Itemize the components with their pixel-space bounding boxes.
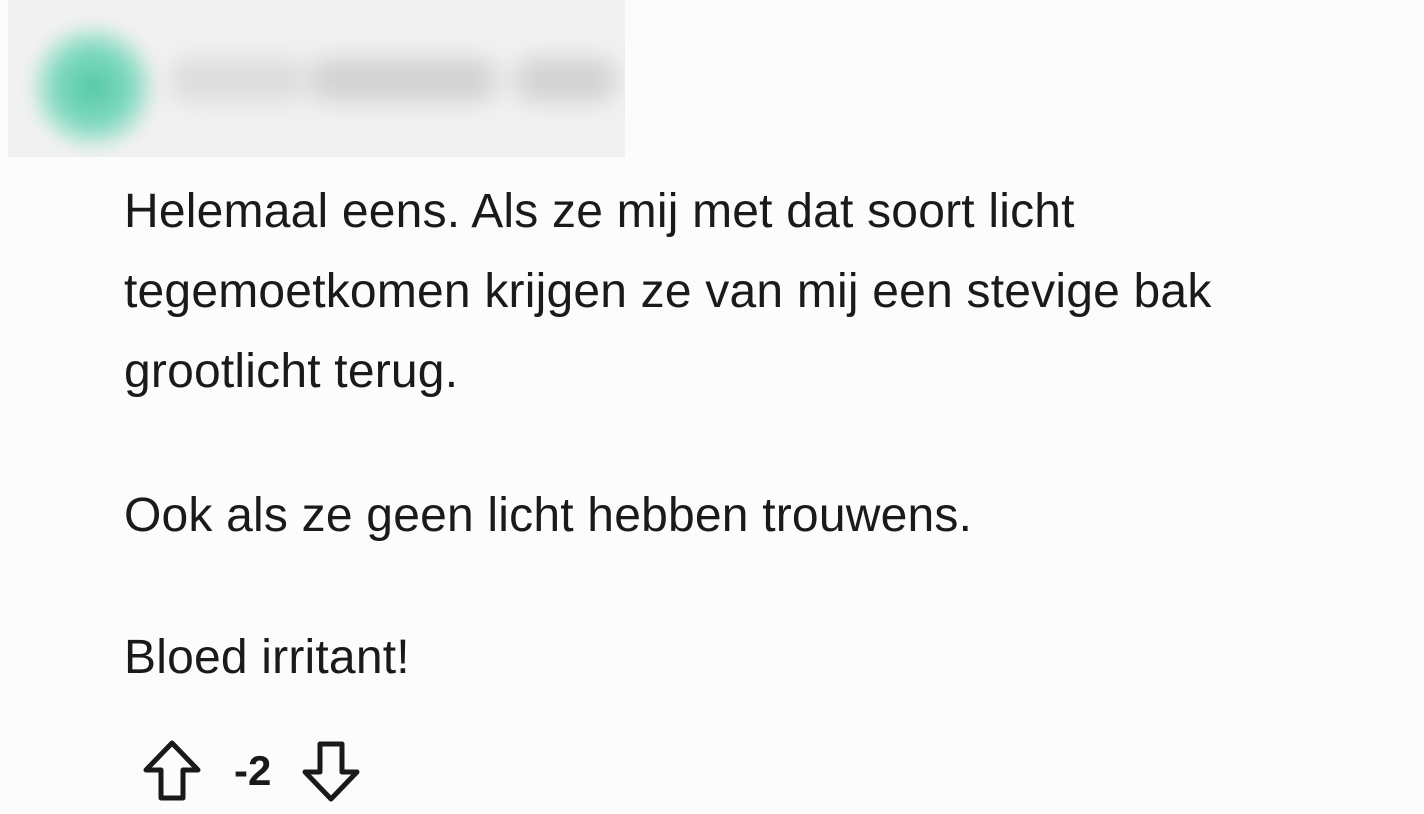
upvote-button[interactable]: [140, 736, 204, 806]
comment-line: Helemaal eens. Als ze mij met dat soort …: [124, 185, 1075, 238]
comment-paragraph: Ook als ze geen licht hebben trouwens.: [124, 489, 973, 542]
arrow-down-outline-icon: [302, 741, 360, 802]
comment-body: Helemaal eens. Als ze mij met dat soort …: [124, 172, 1424, 698]
comment-paragraph: Bloed irritant!: [124, 631, 410, 684]
redacted-username: [168, 58, 308, 102]
comment-line: grootlicht terug.: [124, 345, 459, 398]
arrow-up-outline-icon: [143, 740, 201, 801]
vote-score: -2: [234, 747, 272, 794]
downvote-button[interactable]: [299, 736, 363, 806]
redacted-timestamp: [513, 58, 618, 102]
vote-bar: -2: [140, 736, 363, 806]
redacted-username: [308, 58, 498, 102]
avatar: [28, 22, 158, 152]
comment-line: tegemoetkomen krijgen ze van mij een ste…: [124, 265, 1212, 318]
redacted-author-header: [8, 0, 625, 157]
